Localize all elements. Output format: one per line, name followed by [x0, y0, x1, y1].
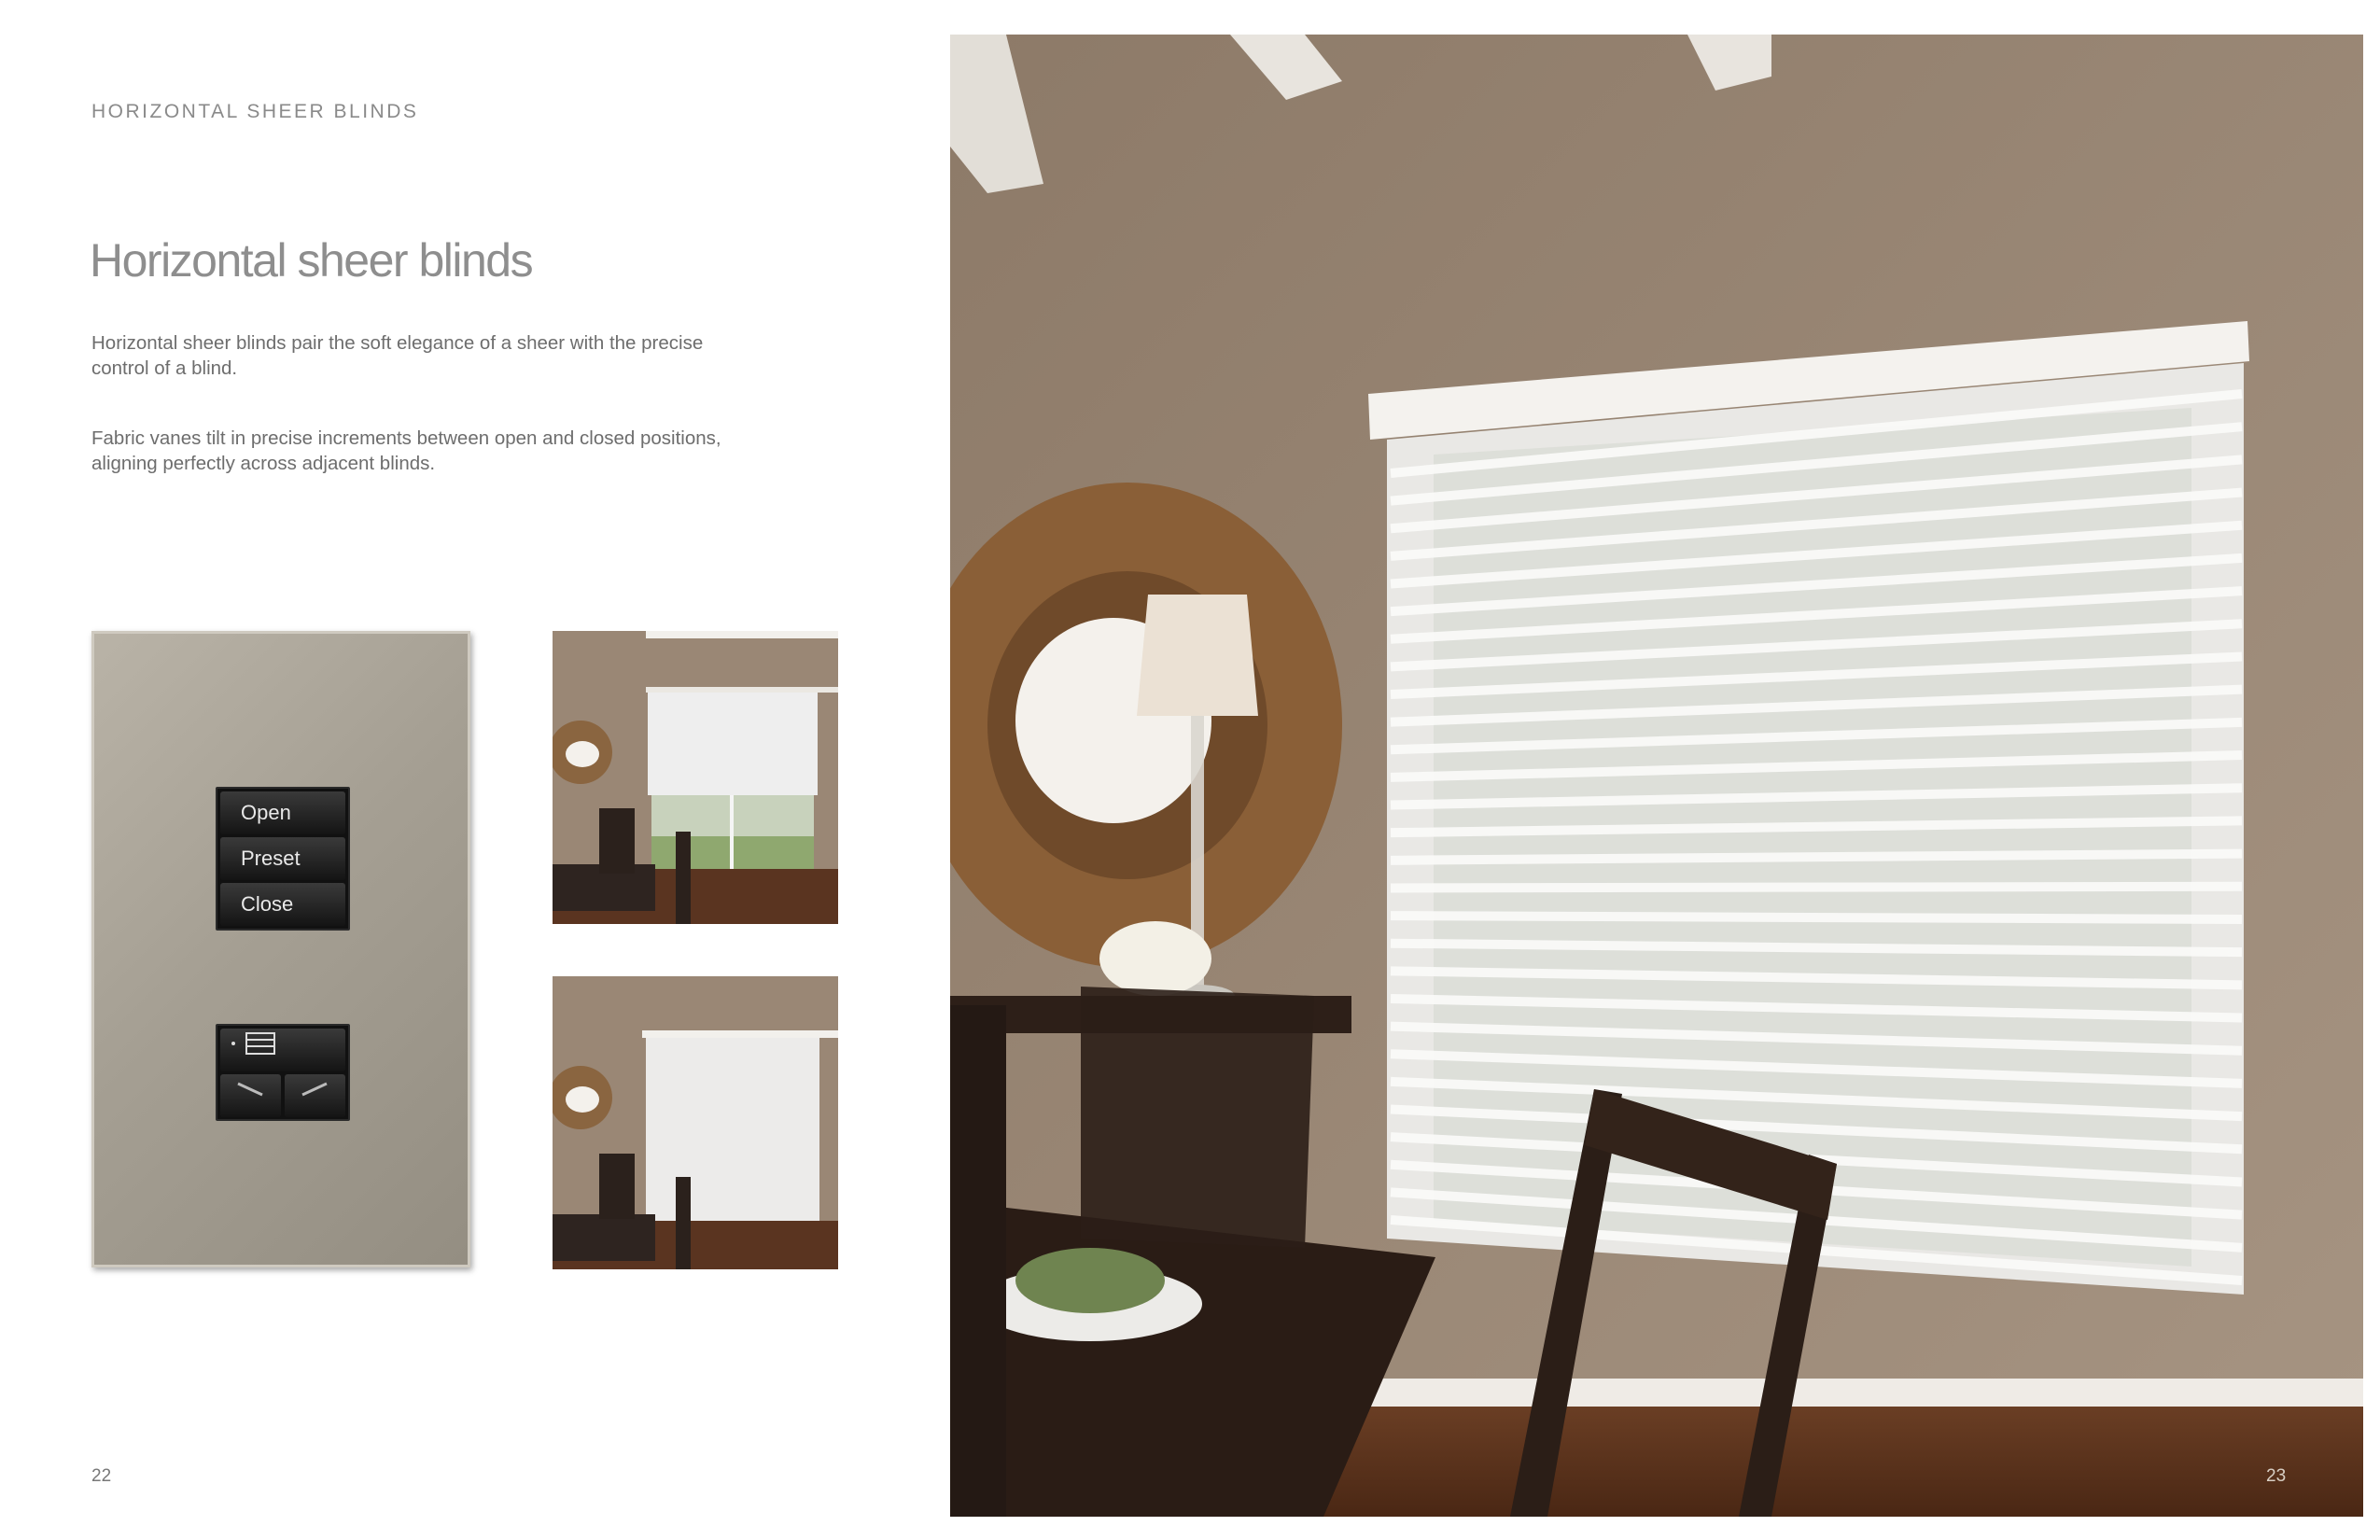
hero-photo — [950, 35, 2363, 1517]
menu-icon — [228, 1032, 284, 1063]
keypad-raise-lower-group — [216, 1024, 350, 1121]
page-number-right: 23 — [2266, 1466, 2287, 1486]
keypad-preset-button[interactable]: Preset — [220, 837, 345, 880]
section-label: HORIZONTAL SHEER BLINDS — [91, 101, 419, 122]
keypad-menu-button[interactable] — [220, 1029, 345, 1071]
thumbnail-shade-lowered — [553, 976, 838, 1269]
page-number-left: 22 — [91, 1466, 112, 1486]
keypad-close-button[interactable]: Close — [220, 883, 345, 926]
page-title: Horizontal sheer blinds — [90, 234, 534, 287]
detail-paragraph: Fabric vanes tilt in precise increments … — [91, 427, 721, 474]
thumbnail-shade-raised — [553, 631, 838, 924]
intro-paragraph: Horizontal sheer blinds pair the soft el… — [91, 332, 704, 379]
keypad-open-button[interactable]: Open — [220, 791, 345, 834]
keypad-image: Open Preset Close — [91, 631, 470, 1267]
lower-arrow-icon — [232, 1082, 270, 1106]
keypad-lower-button[interactable] — [220, 1074, 281, 1117]
keypad-button-group: Open Preset Close — [216, 787, 350, 931]
keypad-raise-button[interactable] — [285, 1074, 345, 1117]
raise-arrow-icon — [297, 1082, 334, 1106]
raise-lower-row — [220, 1074, 345, 1117]
